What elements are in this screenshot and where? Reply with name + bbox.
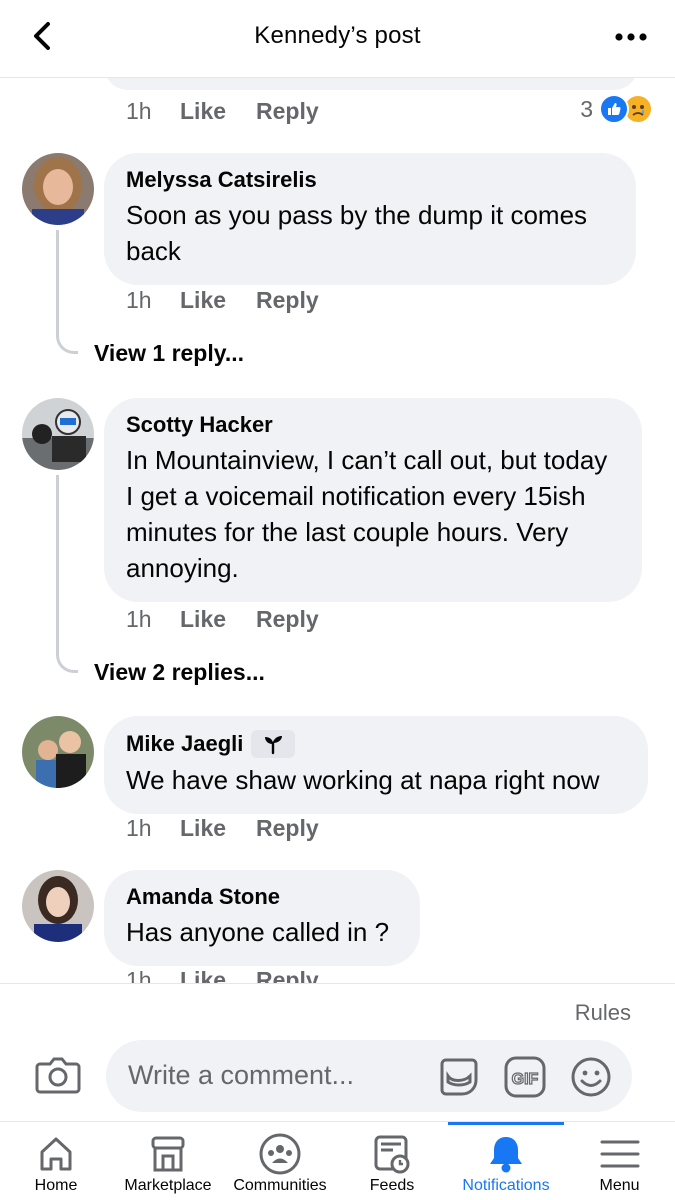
nav-label: Menu — [599, 1177, 640, 1194]
bottom-navigation: Home Marketplace Communities Feeds Notif… — [0, 1121, 675, 1200]
top-bar: Kennedy’s post — [0, 0, 675, 78]
comment-time: 1h — [126, 605, 152, 632]
active-tab-indicator — [448, 1122, 564, 1125]
reply-button[interactable]: Reply — [256, 967, 319, 984]
like-button[interactable]: Like — [180, 967, 256, 984]
comment-bubble: Mike Jaegli We have shaw working at napa… — [104, 716, 648, 814]
seedling-icon[interactable] — [251, 730, 296, 758]
nav-menu[interactable]: Menu — [564, 1122, 675, 1200]
comment-actions: 1h Like Reply — [126, 96, 319, 126]
like-reaction-icon — [599, 94, 629, 124]
comment-actions: 1h Like Reply — [126, 285, 319, 315]
nav-home[interactable]: Home — [0, 1122, 112, 1200]
more-options-button[interactable] — [613, 26, 649, 48]
camera-icon — [35, 1057, 81, 1094]
page-title: Kennedy’s post — [254, 22, 421, 49]
comment-input-placeholder: Write a comment... — [128, 1060, 355, 1090]
comment-author[interactable]: Melyssa Catsirelis — [126, 167, 614, 193]
nav-label: Communities — [233, 1177, 327, 1194]
comment-input[interactable]: Write a comment... GIF — [106, 1040, 632, 1112]
menu-icon — [600, 1140, 639, 1168]
comment-bubble: Amanda Stone Has anyone called in ? — [104, 870, 420, 966]
sticker-icon — [440, 1058, 478, 1096]
comment-text: Soon as you pass by the dump it comes ba… — [126, 200, 588, 266]
like-button[interactable]: Like — [180, 98, 256, 125]
comment-author[interactable]: Mike Jaegli — [126, 731, 243, 757]
like-button[interactable]: Like — [180, 606, 256, 633]
reaction-count: 3 — [580, 95, 593, 122]
nav-marketplace[interactable]: Marketplace — [112, 1122, 224, 1200]
nav-communities[interactable]: Communities — [224, 1122, 336, 1200]
comment-time: 1h — [126, 814, 152, 841]
more-horizontal-icon — [615, 33, 647, 41]
reply-button[interactable]: Reply — [256, 606, 319, 633]
like-button[interactable]: Like — [180, 815, 256, 842]
view-replies-link[interactable]: View 1 reply... — [94, 340, 244, 367]
reply-button[interactable]: Reply — [256, 98, 319, 125]
nav-feeds[interactable]: Feeds — [336, 1122, 448, 1200]
reply-button[interactable]: Reply — [256, 287, 319, 314]
comment-bubble-partial — [104, 78, 638, 90]
nav-notifications[interactable]: Notifications — [448, 1122, 564, 1200]
nav-label: Marketplace — [124, 1177, 212, 1194]
nav-label: Feeds — [369, 1177, 415, 1194]
comment-actions: 1h Like Reply — [126, 604, 319, 634]
comment-text: Has anyone called in ? — [126, 917, 390, 947]
communities-icon — [259, 1133, 301, 1175]
thread-connector — [56, 230, 78, 354]
view-replies-link[interactable]: View 2 replies... — [94, 659, 265, 686]
comment-composer: Rules Write a comment... GIF — [0, 983, 675, 1121]
comment-author[interactable]: Scotty Hacker — [126, 412, 620, 438]
comment-author-row: Mike Jaegli — [126, 730, 626, 758]
gif-button[interactable]: GIF — [502, 1054, 548, 1105]
comment-bubble: Melyssa Catsirelis Soon as you pass by t… — [104, 153, 636, 285]
feeds-icon — [374, 1135, 410, 1174]
comment-time: 1h — [126, 966, 152, 984]
bell-icon — [490, 1137, 522, 1173]
reply-button[interactable]: Reply — [256, 815, 319, 842]
smiley-icon — [571, 1057, 611, 1097]
like-button[interactable]: Like — [180, 287, 256, 314]
comment-actions: 1h Like Reply — [126, 813, 319, 843]
sticker-button[interactable] — [436, 1054, 482, 1105]
avatar[interactable] — [22, 398, 94, 470]
svg-text:GIF: GIF — [512, 1071, 539, 1088]
thread-connector — [56, 475, 78, 673]
gif-icon: GIF — [504, 1056, 546, 1098]
comment-text: We have shaw working at napa right now — [126, 765, 600, 795]
comment-author[interactable]: Amanda Stone — [126, 884, 398, 910]
avatar[interactable] — [22, 870, 94, 942]
marketplace-icon — [151, 1136, 185, 1172]
comment-text: In Mountainview, I can’t call out, but t… — [126, 445, 608, 583]
comment-actions: 1h Like Reply — [126, 965, 319, 984]
emoji-button[interactable] — [568, 1054, 614, 1105]
rules-link[interactable]: Rules — [575, 1000, 631, 1026]
nav-label: Notifications — [462, 1177, 550, 1194]
comment-bubble: Scotty Hacker In Mountainview, I can’t c… — [104, 398, 642, 602]
camera-button[interactable] — [34, 1054, 82, 1096]
comment-time: 1h — [126, 286, 152, 313]
avatar[interactable] — [22, 716, 94, 788]
reaction-summary[interactable]: 3 — [580, 94, 653, 124]
home-icon — [40, 1137, 72, 1171]
nav-label: Home — [34, 1177, 78, 1194]
comments-feed[interactable]: 1h Like Reply 3 Melyssa Catsirelis Soon … — [0, 78, 675, 983]
avatar[interactable] — [22, 153, 94, 225]
comment-time: 1h — [126, 97, 152, 124]
